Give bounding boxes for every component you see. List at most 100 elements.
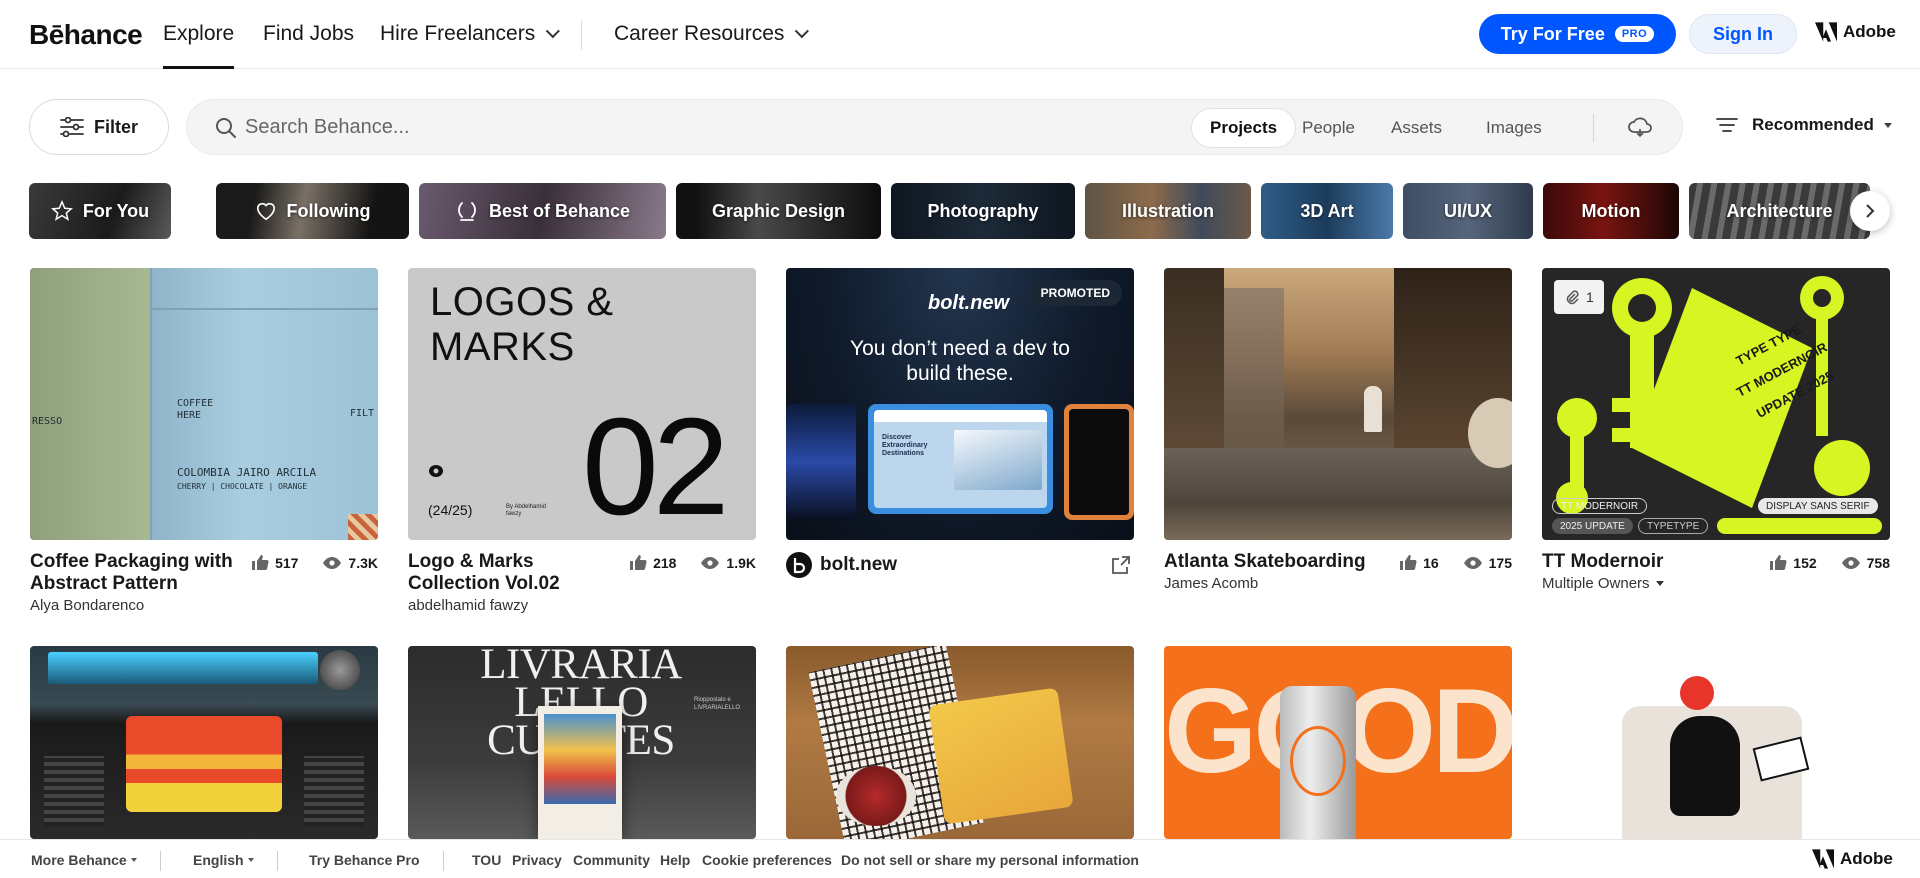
sign-in-button[interactable]: Sign In [1689,14,1797,54]
nav-explore[interactable]: Explore [163,22,234,46]
coffee-left-text: RESSO [32,416,63,427]
project-thumbnail-illustration[interactable] [1542,646,1890,839]
search-icon [216,118,236,138]
category-chip-3d-art[interactable]: 3D Art [1261,183,1393,239]
project-thumbnail-cassette[interactable] [30,646,378,839]
footer: More Behance English Try Behance Pro TOU… [0,839,1920,878]
project-card[interactable]: Atlanta Skateboarding James Acomb 16 175 [1164,268,1512,593]
search-tab-images[interactable]: Images [1468,108,1560,148]
thumbs-up-icon [252,555,269,570]
footer-adobe-link[interactable]: Adobe [1812,849,1893,869]
logos-by-text: By Abdelhamid fawzy [506,504,547,517]
bolt-brand-row[interactable]: bolt.new [786,552,897,578]
tt-label-2: 2025 UPDATE [1552,518,1633,534]
nav-hire-freelancers[interactable]: Hire Freelancers [380,22,561,46]
filter-button[interactable]: Filter [29,99,169,155]
project-card[interactable]: RESSO COFFEE HERE COLOMBIA JAIRO ARCILA … [30,268,378,614]
coffee-pattern [348,514,378,540]
eye-icon [1463,556,1482,569]
category-chip-ui-ux[interactable]: UI/UX [1403,183,1533,239]
eye-icon [701,556,720,569]
eye-icon [429,465,443,477]
project-thumbnail-food[interactable] [786,646,1134,839]
cloud-search-icon[interactable] [1627,115,1653,139]
footer-try-pro[interactable]: Try Behance Pro [309,852,420,868]
project-owner[interactable]: abdelhamid fawzy [408,597,528,614]
project-thumbnail-good-vibes[interactable]: GOOD [1164,646,1512,839]
footer-community[interactable]: Community [573,852,650,868]
cassette-speaker-left [44,756,104,826]
footer-cookie-preferences[interactable]: Cookie preferences [702,852,832,868]
coffee-origin-text: COLOMBIA JAIRO ARCILA [177,466,317,479]
share-icon[interactable] [1110,554,1132,576]
adobe-link[interactable]: Adobe [1815,22,1896,42]
project-card[interactable]: LOGOS & MARKS 02 (24/25) By Abdelhamid f… [408,268,756,614]
project-owner[interactable]: Alya Bondarenco [30,597,144,614]
likes-count: 16 [1423,554,1439,571]
search-tab-people[interactable]: People [1284,108,1373,148]
category-chip-following[interactable]: Following [216,183,409,239]
project-owner[interactable]: James Acomb [1164,575,1258,592]
project-thumbnail-skateboarding[interactable] [1164,268,1512,540]
category-chip-label: Graphic Design [711,200,846,221]
promoted-card[interactable]: bolt.new PROMOTED You don’t need a dev t… [786,268,1134,583]
project-thumbnail-tt-modernoir[interactable]: 1 TYPE TYPE TT MODERNOIR UPDATE 2025 TT … [1542,268,1890,540]
categories-next-button[interactable] [1850,191,1890,231]
category-chip-best-of-behance[interactable]: Best of Behance [419,183,666,239]
category-chip-for-you[interactable]: For You [29,183,171,239]
footer-do-not-sell[interactable]: Do not sell or share my personal informa… [841,852,1139,868]
category-chip-graphic-design[interactable]: Graphic Design [676,183,881,239]
views-count: 758 [1866,554,1890,571]
footer-help[interactable]: Help [660,852,690,868]
category-chip-photography[interactable]: Photography [891,183,1075,239]
nav-career-resources-label: Career Resources [614,22,785,45]
filter-sliders-icon [60,117,84,137]
category-chip-architecture[interactable]: Architecture [1689,183,1870,239]
project-title[interactable]: Coffee Packaging with Abstract Pattern [30,551,245,595]
sort-dropdown[interactable]: Recommended [1716,115,1892,135]
star-icon [50,200,73,221]
logos-count-text: (24/25) [428,502,473,518]
project-card[interactable]: 1 TYPE TYPE TT MODERNOIR UPDATE 2025 TT … [1542,268,1890,593]
project-thumbnail-livraria-lello[interactable]: LIVRARIA LELLO CURATES Rioppostalo e LIV… [408,646,756,839]
behance-logo[interactable]: Bēhance [29,19,143,51]
coffee-brand-text: COFFEE HERE [177,398,214,421]
footer-tou[interactable]: TOU [472,852,501,868]
project-thumbnail-bolt[interactable]: bolt.new PROMOTED You don’t need a dev t… [786,268,1134,540]
footer-more-behance[interactable]: More Behance [31,852,137,868]
cassette-knob [320,650,360,690]
coffee-notes-text: CHERRY | CHOCOLATE | ORANGE [177,482,308,491]
cassette-speaker-right [304,756,364,826]
category-chip-label: 3D Art [1300,200,1354,221]
thumbs-up-icon [630,555,647,570]
project-title[interactable]: Logo & Marks Collection Vol.02 [408,551,623,595]
good-can [1280,686,1356,839]
project-title[interactable]: Atlanta Skateboarding [1164,551,1379,573]
likes-count: 517 [275,554,299,571]
footer-divider [277,851,278,871]
bolt-headline: You don’t need a dev to build these. [850,337,1070,385]
category-chip-label: Following [286,200,371,221]
search-tab-assets[interactable]: Assets [1373,108,1460,148]
project-thumbnail-coffee[interactable]: RESSO COFFEE HERE COLOMBIA JAIRO ARCILA … [30,268,378,540]
project-owner-dropdown[interactable]: Multiple Owners [1542,575,1664,592]
footer-language[interactable]: English [193,852,254,868]
caret-down-icon [1883,122,1892,128]
search-input[interactable] [245,112,945,142]
sort-label: Recommended [1752,115,1874,134]
nav-career-resources[interactable]: Career Resources [614,22,810,46]
bolt-preview-right [1064,404,1134,520]
views-count: 1.9K [726,554,756,571]
nav-find-jobs[interactable]: Find Jobs [263,22,354,46]
category-chip-illustration[interactable]: Illustration [1085,183,1251,239]
footer-more-behance-label: More Behance [31,852,127,868]
project-thumbnail-logos[interactable]: LOGOS & MARKS 02 (24/25) By Abdelhamid f… [408,268,756,540]
try-for-free-button[interactable]: Try For Free PRO [1479,14,1676,54]
category-chip-label: For You [82,200,150,221]
footer-privacy[interactable]: Privacy [512,852,562,868]
category-chip-motion[interactable]: Motion [1543,183,1679,239]
search-tab-projects[interactable]: Projects [1191,108,1297,148]
nav-divider [581,20,582,50]
project-title[interactable]: TT Modernoir [1542,551,1757,573]
views-count: 175 [1488,554,1512,571]
